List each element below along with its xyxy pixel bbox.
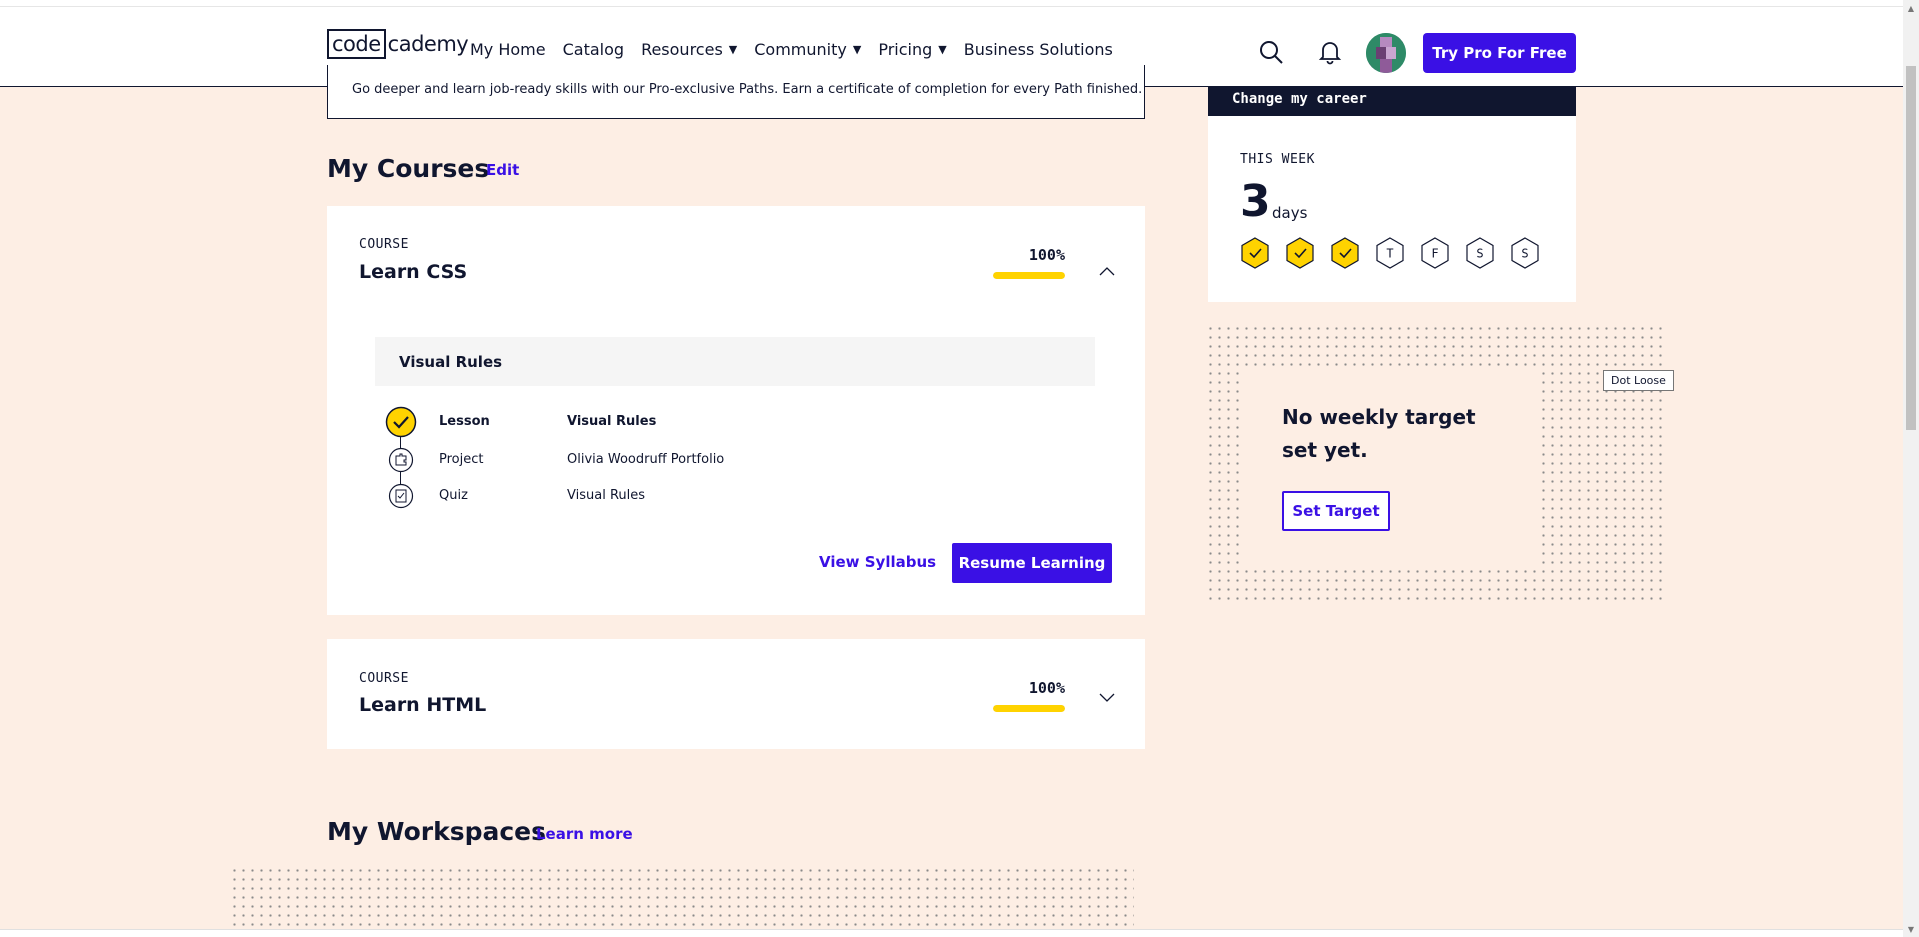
lesson-type: Quiz (439, 488, 468, 503)
quiz-document-icon (388, 483, 414, 509)
course-card-css: COURSE Learn CSS 100% Visual Rules Lesso… (327, 206, 1145, 615)
svg-text:S: S (1476, 247, 1483, 261)
this-week-card: THIS WEEK 3 days T F S S (1208, 116, 1576, 302)
caret-down-icon: ▼ (728, 43, 738, 56)
svg-text:F: F (1431, 247, 1438, 261)
svg-text:T: T (1386, 247, 1393, 261)
day-complete-hexagon-icon (1241, 237, 1269, 269)
caret-down-icon: ▼ (852, 43, 862, 56)
codecademy-logo[interactable]: code cademy (327, 29, 469, 59)
weekly-target-panel: No weekly target set yet. Set Target (1243, 371, 1539, 570)
main-nav: My Home Catalog Resources ▼ Community ▼ Pricin… (470, 40, 1113, 59)
view-syllabus-link[interactable]: View Syllabus (819, 553, 936, 571)
nav-item-label: My Home (470, 40, 546, 59)
logo-rest-text: cademy (387, 32, 469, 56)
course-title[interactable]: Learn HTML (359, 694, 486, 716)
scrollbar-thumb[interactable] (1906, 66, 1916, 430)
nav-item-my-home[interactable]: My Home (470, 40, 546, 59)
this-week-label: THIS WEEK (1240, 152, 1315, 167)
browser-top-strip (0, 0, 1919, 7)
day-complete-hexagon-icon (1286, 237, 1314, 269)
nav-item-business-solutions[interactable]: Business Solutions (964, 40, 1113, 59)
nav-item-label: Pricing (878, 40, 933, 59)
lesson-name: Visual Rules (567, 488, 646, 503)
checkmark-circle-icon (385, 406, 417, 438)
nav-item-label: Resources (641, 40, 723, 59)
logo-boxed-text: code (327, 29, 386, 59)
edit-courses-link[interactable]: Edit (486, 161, 519, 179)
nav-item-label: Business Solutions (963, 40, 1113, 59)
chevron-down-icon[interactable] (1097, 687, 1117, 707)
try-pro-button[interactable]: Try Pro For Free (1423, 33, 1576, 73)
scroll-up-arrow-icon[interactable]: ▲ (1903, 0, 1919, 16)
bell-icon[interactable] (1316, 38, 1344, 66)
project-puzzle-icon (388, 447, 414, 473)
set-target-button[interactable]: Set Target (1282, 491, 1390, 531)
nav-item-label: Community (754, 40, 847, 59)
course-card-html: COURSE Learn HTML 100% (327, 639, 1145, 749)
user-avatar[interactable] (1366, 33, 1406, 73)
day-hexagon-icon: S (1511, 237, 1539, 269)
course-kicker: COURSE (359, 671, 409, 686)
resume-learning-button[interactable]: Resume Learning (952, 543, 1112, 583)
my-workspaces-title: My Workspaces (327, 817, 546, 846)
lesson-type: Lesson (439, 414, 490, 429)
workspaces-learn-more-link[interactable]: Learn more (536, 825, 633, 843)
search-icon[interactable] (1257, 38, 1285, 66)
streak-count: 3 (1240, 176, 1271, 227)
nav-item-catalog[interactable]: Catalog (563, 40, 624, 59)
day-complete-hexagon-icon (1331, 237, 1359, 269)
my-courses-title: My Courses (327, 154, 490, 183)
course-progress-percent: 100% (1028, 679, 1065, 697)
lesson-name: Visual Rules (567, 414, 657, 429)
nav-item-community[interactable]: Community ▼ (754, 40, 861, 59)
nav-item-label: Catalog (562, 40, 625, 59)
day-hexagon-icon: T (1376, 237, 1404, 269)
lesson-name: Olivia Woodruff Portfolio (567, 452, 725, 467)
horizontal-scrollbar[interactable] (0, 929, 1903, 937)
course-progress-bar (993, 705, 1065, 712)
course-progress-fill (993, 705, 1065, 712)
weekly-target-title: No weekly target set yet. (1282, 405, 1476, 462)
nav-item-pricing[interactable]: Pricing ▼ (878, 40, 946, 59)
caret-down-icon: ▼ (938, 43, 947, 56)
lesson-type: Project (439, 452, 484, 467)
chevron-up-icon[interactable] (1097, 261, 1117, 281)
course-title[interactable]: Learn CSS (359, 261, 467, 283)
pro-paths-banner: Go deeper and learn job-ready skills wit… (327, 65, 1145, 119)
course-kicker: COURSE (359, 237, 409, 252)
day-hexagon-icon: F (1421, 237, 1449, 269)
module-header: Visual Rules (375, 337, 1095, 386)
scroll-down-arrow-icon[interactable]: ▼ (1903, 921, 1919, 937)
nav-item-resources[interactable]: Resources ▼ (641, 40, 737, 59)
career-goal-bar: Change my career (1208, 86, 1576, 116)
course-progress-fill (993, 272, 1065, 279)
course-progress-percent: 100% (1028, 246, 1065, 264)
svg-text:S: S (1521, 247, 1528, 261)
streak-unit: days (1272, 204, 1308, 222)
day-hexagon-icon: S (1466, 237, 1494, 269)
tooltip: Dot Loose (1603, 370, 1674, 391)
banner-text: Go deeper and learn job-ready skills wit… (352, 82, 1143, 97)
course-progress-bar (993, 272, 1065, 279)
workspaces-dot-pattern (230, 866, 1134, 929)
